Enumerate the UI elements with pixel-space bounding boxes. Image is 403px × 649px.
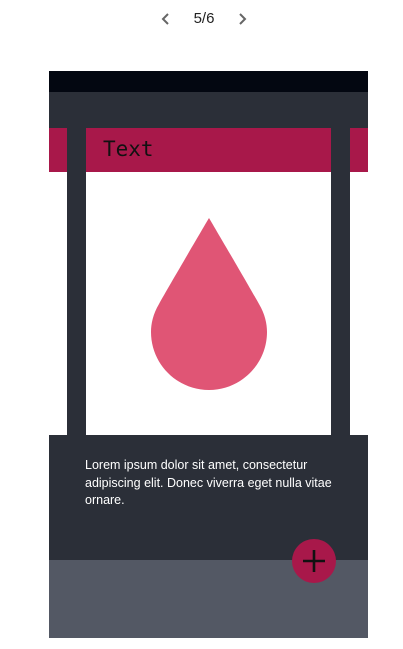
page-indicator: 5/6 <box>193 10 215 27</box>
card-title: Text <box>103 137 154 161</box>
chevron-left-icon <box>161 13 169 25</box>
previous-button[interactable] <box>156 9 176 29</box>
pager: 5/6 <box>0 0 403 38</box>
chevron-right-icon <box>239 13 247 25</box>
next-card-peek[interactable] <box>350 128 368 435</box>
plus-icon <box>303 550 325 572</box>
current-card[interactable]: Text <box>86 128 331 435</box>
card-header: Text <box>86 128 331 172</box>
card-header <box>49 128 67 172</box>
status-bar <box>49 71 368 92</box>
card-header <box>350 128 368 172</box>
water-drop-icon <box>151 218 267 390</box>
card-description: Lorem ipsum dolor sit amet, consectetur … <box>85 458 332 507</box>
phone-screen: Text Lorem ipsum dolor sit amet, consect… <box>49 71 368 638</box>
next-button[interactable] <box>232 9 252 29</box>
previous-card-peek[interactable] <box>49 128 67 435</box>
add-button[interactable] <box>292 539 336 583</box>
